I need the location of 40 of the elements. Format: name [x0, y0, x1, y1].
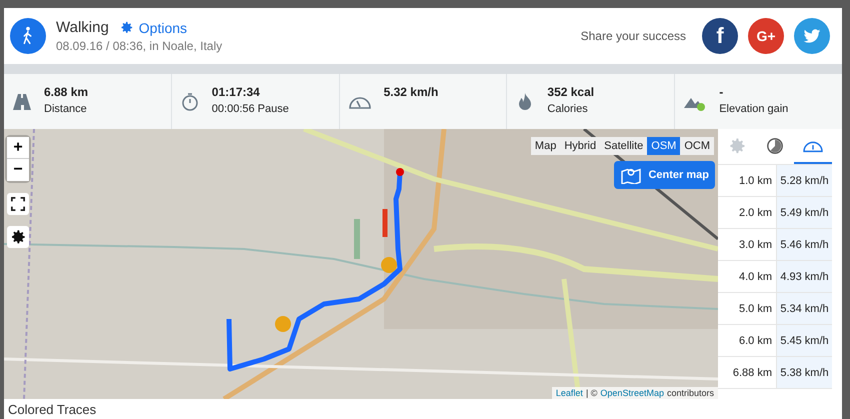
speed-cell: 5.49 km/h: [777, 197, 832, 228]
speed-cell: 5.34 km/h: [777, 293, 832, 324]
stat-value: 352 kcal: [547, 84, 594, 98]
speed-cell: 5.46 km/h: [777, 229, 832, 260]
options-link[interactable]: Options: [118, 20, 188, 36]
center-map-button[interactable]: Center map: [614, 161, 715, 189]
stat-label: Elevation gain: [719, 102, 788, 114]
stat-label: Calories: [547, 102, 589, 114]
stat-value: -: [719, 84, 724, 98]
stat-value: 6.88 km: [44, 84, 88, 98]
stat-label: 00:00:56 Pause: [212, 102, 289, 114]
gear-icon: [9, 228, 27, 246]
facebook-button[interactable]: f: [702, 18, 738, 54]
attribution-separator: | ©: [586, 388, 598, 398]
speed-cell: 4.93 km/h: [777, 261, 832, 292]
openstreetmap-link[interactable]: OpenStreetMap: [600, 388, 664, 398]
settings-button[interactable]: [7, 226, 29, 248]
stat-label: Distance: [44, 102, 88, 114]
speed-cell: 5.38 km/h: [777, 357, 832, 388]
stat-value: 5.32 km/h: [384, 84, 438, 98]
attribution-text: contributors: [666, 388, 714, 398]
zoom-in-button[interactable]: +: [7, 137, 29, 159]
activity-subtitle: 08.09.16 / 08:36, in Noale, Italy: [56, 39, 224, 53]
stat-value: 01:17:34: [212, 84, 261, 98]
speed-cell: 5.28 km/h: [777, 165, 832, 196]
road-icon: [12, 92, 32, 112]
walking-icon: [10, 18, 46, 54]
map-pin-icon: [620, 166, 642, 184]
leaflet-link[interactable]: Leaflet: [556, 388, 583, 398]
gear-icon: [118, 20, 134, 35]
google-plus-button[interactable]: G+: [748, 18, 784, 54]
pie-chart-icon: [766, 136, 784, 154]
twitter-button[interactable]: [794, 18, 830, 54]
speed-cell: 5.45 km/h: [777, 325, 832, 356]
fullscreen-button[interactable]: [7, 193, 29, 215]
map-type-tab[interactable]: OSM: [647, 137, 680, 155]
activity-title: Walking: [56, 19, 109, 36]
share-label: Share your success: [580, 29, 686, 43]
stopwatch-icon: [180, 92, 200, 112]
section-title: Colored Traces: [8, 402, 96, 417]
